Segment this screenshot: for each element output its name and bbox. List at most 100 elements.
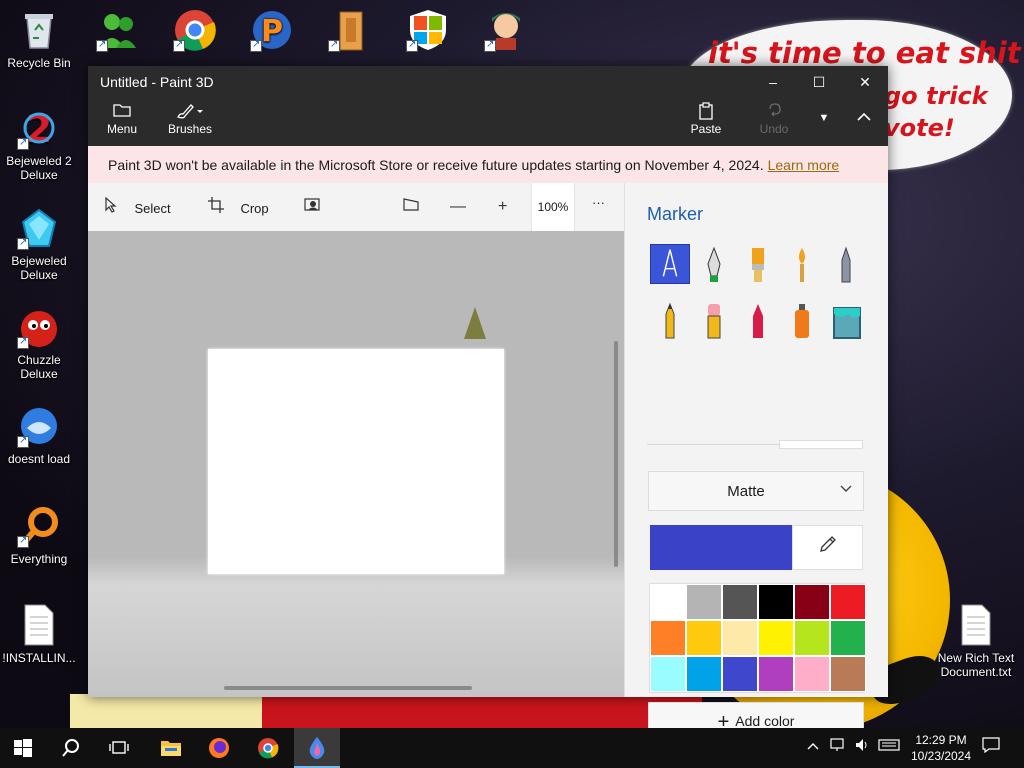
desktop-icon-installing[interactable]: !INSTALLIN... — [1, 603, 77, 665]
color-swatch[interactable] — [686, 656, 722, 692]
zoom-in-button[interactable]: + — [498, 197, 519, 219]
eraser-brush[interactable] — [694, 300, 734, 340]
select-button[interactable]: Select — [104, 196, 171, 219]
color-swatch[interactable] — [686, 584, 722, 620]
fill-bucket-brush[interactable] — [826, 300, 866, 340]
system-clock[interactable]: 12:29 PM 10/23/2024 — [906, 732, 976, 764]
volume-icon[interactable] — [854, 728, 870, 768]
windows-start-icon — [14, 739, 32, 757]
undo-icon — [756, 102, 792, 122]
more-dropdown-icon[interactable]: ▼ — [814, 112, 834, 124]
desktop-icon-bejeweled[interactable]: Bejeweled Deluxe — [1, 206, 77, 282]
firefox-button[interactable] — [196, 728, 242, 768]
panel-title: Marker — [647, 204, 704, 224]
cursor-icon — [464, 307, 486, 339]
maximize-button[interactable]: ☐ — [796, 66, 842, 98]
network-icon[interactable] — [830, 728, 846, 768]
thickness-slider[interactable] — [779, 440, 863, 449]
color-swatch[interactable] — [758, 584, 794, 620]
desktop-icon-bejeweled2[interactable]: 2 Bejeweled 2 Deluxe — [1, 106, 77, 182]
minimize-button[interactable]: – — [750, 66, 796, 98]
start-button[interactable] — [0, 728, 46, 768]
spray-can-brush[interactable] — [782, 300, 822, 340]
learn-more-link[interactable]: Learn more — [768, 157, 840, 173]
paint3d-taskbar-button[interactable] — [294, 728, 340, 768]
zoom-out-button[interactable]: — — [450, 197, 478, 219]
desktop-icon-msn[interactable] — [80, 8, 156, 56]
chrome-taskbar-button[interactable] — [245, 728, 291, 768]
vertical-scrollbar[interactable] — [614, 341, 618, 567]
color-swatch[interactable] — [722, 584, 758, 620]
watercolor-brush[interactable] — [782, 244, 822, 284]
menu-button[interactable]: Menu — [104, 102, 140, 136]
task-view-button[interactable] — [96, 728, 142, 768]
desktop-icon-recycle-bin[interactable]: Recycle Bin — [1, 8, 77, 70]
drawing-canvas[interactable] — [208, 349, 504, 574]
magic-select-icon — [304, 198, 322, 217]
color-swatch[interactable] — [722, 656, 758, 692]
zoom-level[interactable]: 100% — [531, 183, 575, 231]
clock-date: 10/23/2024 — [910, 749, 972, 763]
desktop-icon-label: Chuzzle Deluxe — [17, 353, 61, 381]
desktop-icon-archive[interactable] — [312, 8, 388, 56]
crop-button[interactable]: Crop — [208, 197, 269, 219]
undo-label: Undo — [759, 122, 789, 136]
notifications-icon[interactable] — [982, 728, 1000, 768]
color-swatch[interactable] — [794, 656, 830, 692]
close-button[interactable]: ✕ — [842, 66, 888, 98]
desktop-icon-everything[interactable]: Everything — [1, 504, 77, 566]
keyboard-icon[interactable] — [878, 728, 900, 768]
minus-icon: — — [450, 198, 466, 215]
desktop-icon-chuzzle[interactable]: Chuzzle Deluxe — [1, 305, 77, 381]
color-swatch[interactable] — [830, 620, 866, 656]
color-swatch[interactable] — [758, 620, 794, 656]
current-color-swatch[interactable] — [650, 525, 792, 570]
clock-time: 12:29 PM — [915, 733, 967, 747]
calligraphy-pen-brush[interactable] — [694, 244, 734, 284]
marker-brush[interactable] — [650, 244, 690, 284]
oil-brush[interactable] — [738, 244, 778, 284]
notice-text: Paint 3D won't be available in the Micro… — [108, 157, 764, 173]
brushes-button[interactable]: Brushes — [166, 102, 214, 136]
color-swatch[interactable] — [650, 584, 686, 620]
search-button[interactable] — [48, 728, 94, 768]
svg-text:P: P — [261, 14, 283, 49]
color-swatch[interactable] — [686, 620, 722, 656]
desktop-icon-character-game[interactable] — [468, 8, 544, 56]
view-3d-button[interactable] — [402, 197, 432, 219]
desktop-icon-rich-text-document[interactable]: New Rich Text Document.txt — [936, 603, 1016, 679]
desktop-icon-thunderbird[interactable]: doesnt load — [1, 404, 77, 466]
pixel-pen-brush[interactable] — [826, 244, 866, 284]
desktop-icon-label: Recycle Bin — [7, 56, 71, 70]
desktop-icon-chrome[interactable] — [157, 8, 233, 56]
eyedropper-button[interactable] — [792, 525, 863, 570]
crop-icon — [208, 197, 228, 217]
title-bar[interactable]: Untitled - Paint 3D – ☐ ✕ — [88, 66, 888, 98]
color-swatch[interactable] — [722, 620, 758, 656]
bejeweled2-icon: 2 — [17, 106, 61, 151]
finish-dropdown[interactable]: Matte — [648, 471, 864, 511]
color-swatch[interactable] — [758, 656, 794, 692]
paste-button[interactable]: Paste — [688, 102, 724, 136]
color-swatch[interactable] — [794, 620, 830, 656]
workspace[interactable] — [88, 231, 624, 697]
collapse-chevron-up-icon[interactable] — [852, 108, 876, 129]
file-explorer-button[interactable] — [148, 728, 194, 768]
more-options-button[interactable]: ··· — [592, 193, 605, 215]
color-swatch[interactable] — [650, 656, 686, 692]
pencil-brush[interactable] — [650, 300, 690, 340]
msn-messenger-icon — [96, 8, 140, 52]
horizontal-scrollbar[interactable] — [224, 686, 472, 690]
crayon-brush[interactable] — [738, 300, 778, 340]
desktop-icon-p-app[interactable]: P — [234, 8, 310, 56]
color-swatch[interactable] — [650, 620, 686, 656]
color-swatch[interactable] — [830, 656, 866, 692]
desktop-icon-windows-shield[interactable] — [390, 8, 466, 56]
magic-select-button[interactable] — [304, 197, 334, 219]
color-swatch[interactable] — [794, 584, 830, 620]
paste-label: Paste — [690, 122, 722, 136]
undo-button[interactable]: Undo — [756, 102, 792, 136]
color-swatch[interactable] — [830, 584, 866, 620]
show-hidden-icons-chevron-icon[interactable] — [806, 728, 820, 768]
add-color-label: Add color — [735, 713, 795, 729]
